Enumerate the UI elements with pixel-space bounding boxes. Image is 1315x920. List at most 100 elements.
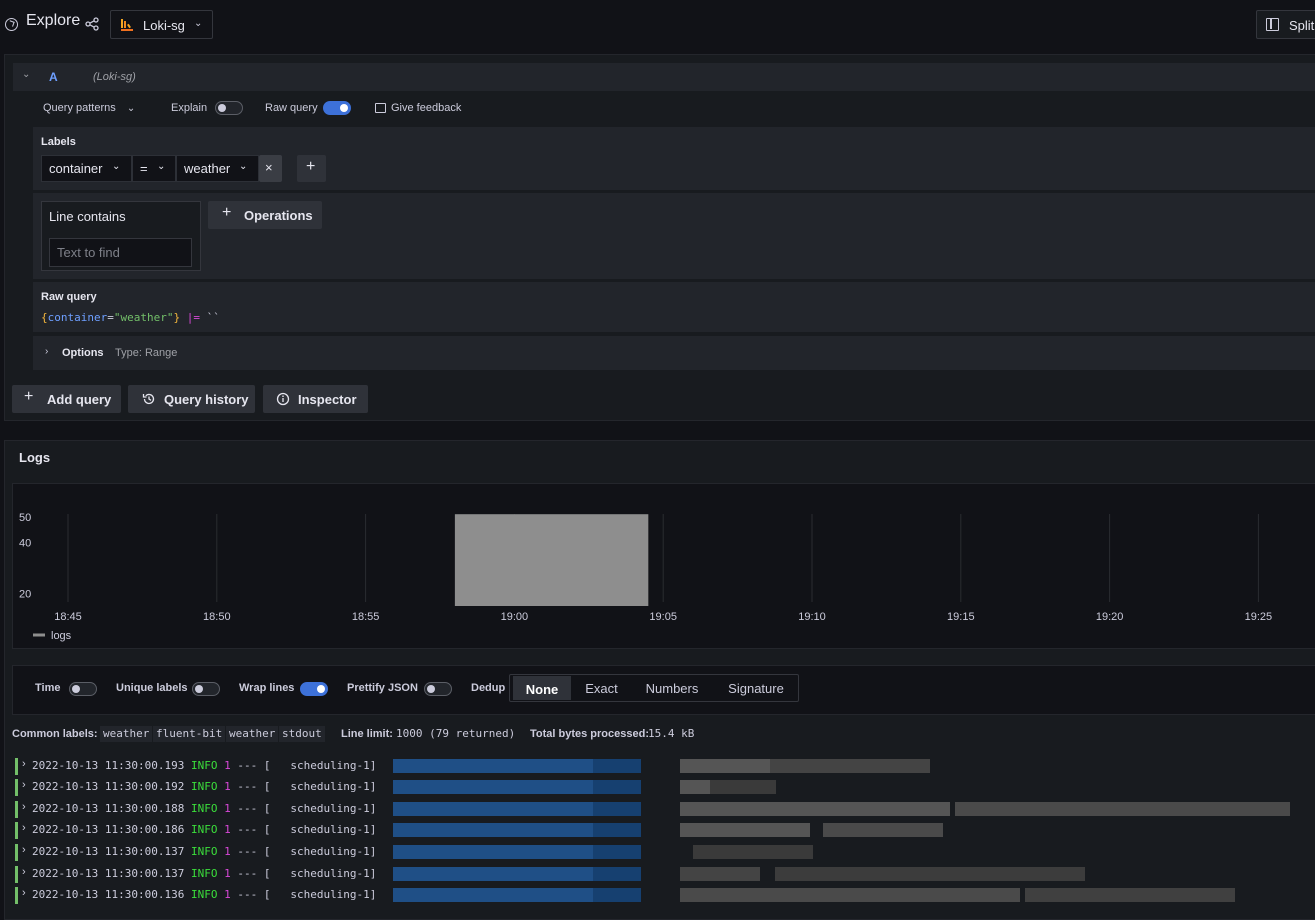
options-row[interactable]: › Options Type: Range	[33, 336, 1315, 370]
expand-chevron-icon[interactable]: ›	[22, 844, 26, 856]
redacted-text	[393, 759, 593, 773]
add-query-button[interactable]: + Add query	[12, 385, 121, 413]
log-row[interactable]: › 2022-10-13 11:30:00.186 INFO 1 --- [ sc…	[15, 820, 1315, 840]
log-line: 2022-10-13 11:30:00.137 INFO 1 --- [ sch…	[32, 867, 376, 880]
log-level: INFO	[190, 867, 218, 880]
expand-chevron-icon[interactable]: ›	[22, 822, 26, 834]
datasource-picker[interactable]: Loki-sg ⌄	[110, 10, 213, 39]
wrap-lines-label: Wrap lines	[239, 682, 295, 694]
operations-section: Line contains Text to find + Operations	[33, 193, 1315, 279]
redacted-text	[393, 867, 593, 881]
line-contains-title: Line contains	[49, 209, 126, 224]
redacted-text	[393, 845, 593, 859]
log-thread: scheduling-1]	[290, 867, 377, 880]
dedup-numbers[interactable]: Numbers	[632, 675, 712, 701]
log-separator: --- [	[237, 823, 271, 836]
x-tick-label: 19:10	[798, 611, 826, 623]
line-limit-label: Line limit:	[341, 728, 393, 740]
bytes-processed-label: Total bytes processed:	[530, 728, 649, 740]
chart-svg: 18:45 18:50 18:55 19:00 19:05 19:10 19:15 19:20…	[19, 512, 1272, 642]
redacted-text	[770, 759, 930, 773]
line-contains-card: Line contains Text to find	[41, 201, 201, 271]
remove-label-button[interactable]: ×	[259, 155, 282, 182]
expand-chevron-icon[interactable]: ›	[22, 758, 26, 770]
feedback-icon[interactable]	[375, 103, 386, 113]
raw-query-toggle[interactable]	[323, 101, 351, 115]
collapse-chevron-icon[interactable]: ⌄	[22, 69, 30, 80]
log-row[interactable]: › 2022-10-13 11:30:00.137 INFO 1 --- [ sc…	[15, 864, 1315, 884]
loki-logo-icon	[121, 19, 133, 31]
info-icon	[276, 392, 290, 406]
redacted-text	[393, 802, 593, 816]
log-level-bar	[15, 844, 18, 861]
prettify-json-toggle[interactable]	[424, 682, 452, 696]
redacted-text	[693, 845, 813, 859]
chart-bar[interactable]	[454, 514, 649, 606]
explain-toggle[interactable]	[215, 101, 243, 115]
top-bar: Explore Loki-sg ⌄ Split	[0, 0, 1315, 50]
dedup-exact[interactable]: Exact	[574, 675, 629, 701]
log-level: INFO	[190, 759, 218, 772]
expand-chevron-icon[interactable]: ›	[22, 887, 26, 899]
log-level-bar	[15, 822, 18, 839]
query-row-header[interactable]: ⌄ A (Loki-sg)	[13, 63, 1315, 91]
label-value-select[interactable]: weather ⌄	[176, 155, 259, 182]
operations-button[interactable]: + Operations	[208, 201, 322, 229]
logs-volume-chart[interactable]: 18:45 18:50 18:55 19:00 19:05 19:10 19:15 19:20…	[12, 483, 1315, 649]
log-separator: --- [	[237, 759, 271, 772]
wrap-lines-toggle[interactable]	[300, 682, 328, 696]
log-timestamp: 2022-10-13 11:30:00.193	[32, 759, 185, 772]
log-row[interactable]: › 2022-10-13 11:30:00.192 INFO 1 --- [ sc…	[15, 777, 1315, 797]
x-tick-label: 18:50	[203, 611, 231, 623]
redacted-text	[710, 780, 776, 794]
chevron-down-icon: ⌄	[194, 18, 203, 29]
logs-title: Logs	[19, 450, 51, 465]
expand-chevron-icon[interactable]: ›	[22, 866, 26, 878]
share-icon[interactable]	[85, 17, 99, 31]
operator-select[interactable]: = ⌄	[132, 155, 176, 182]
add-label-button[interactable]: +	[297, 155, 326, 182]
log-thread: scheduling-1]	[290, 759, 377, 772]
redacted-text	[393, 823, 593, 837]
dedup-signature[interactable]: Signature	[715, 675, 797, 701]
raw-query-section: Raw query {container="weather"} |= ``	[33, 282, 1315, 332]
log-separator: --- [	[237, 780, 271, 793]
log-row[interactable]: › 2022-10-13 11:30:00.193 INFO 1 --- [ sc…	[15, 756, 1315, 776]
close-icon: ×	[265, 160, 273, 175]
raw-query-code[interactable]: {container="weather"} |= ``	[41, 311, 220, 324]
log-line: 2022-10-13 11:30:00.193 INFO 1 --- [ sch…	[32, 759, 376, 772]
x-tick-label: 19:00	[501, 611, 529, 623]
log-pid: 1	[224, 802, 231, 815]
log-thread: scheduling-1]	[290, 802, 377, 815]
log-row[interactable]: › 2022-10-13 11:30:00.137 INFO 1 --- [ sc…	[15, 842, 1315, 862]
label-name-select[interactable]: container ⌄	[41, 155, 132, 182]
log-level-bar	[15, 866, 18, 883]
log-row[interactable]: › 2022-10-13 11:30:00.136 INFO 1 --- [ sc…	[15, 885, 1315, 905]
history-icon	[142, 393, 155, 405]
log-level-bar	[15, 801, 18, 818]
time-label: Time	[35, 682, 61, 694]
log-thread: scheduling-1]	[290, 780, 377, 793]
dedup-none[interactable]: None	[513, 676, 571, 700]
text-to-find-input[interactable]: Text to find	[49, 238, 192, 267]
query-history-button[interactable]: Query history	[128, 385, 255, 413]
legend-label[interactable]: logs	[51, 630, 72, 642]
unique-labels-toggle[interactable]	[192, 682, 220, 696]
expand-chevron-icon[interactable]: ›	[22, 801, 26, 813]
query-letter[interactable]: A	[49, 70, 58, 84]
labels-title: Labels	[41, 136, 76, 148]
log-thread: scheduling-1]	[290, 888, 377, 901]
query-patterns-dropdown[interactable]: Query patterns ⌄	[43, 102, 135, 114]
common-label-chip: fluent-bit	[153, 726, 226, 742]
inspector-button[interactable]: Inspector	[263, 385, 368, 413]
redacted-text	[680, 802, 950, 816]
options-type: Type: Range	[115, 347, 178, 359]
options-label: Options	[62, 347, 104, 359]
expand-chevron-icon[interactable]: ›	[22, 779, 26, 791]
split-button[interactable]: Split	[1256, 10, 1315, 39]
give-feedback-link[interactable]: Give feedback	[391, 102, 461, 114]
time-toggle[interactable]	[69, 682, 97, 696]
y-tick-label: 20	[19, 588, 31, 600]
log-separator: --- [	[237, 845, 271, 858]
log-row[interactable]: › 2022-10-13 11:30:00.188 INFO 1 --- [ sc…	[15, 799, 1315, 819]
